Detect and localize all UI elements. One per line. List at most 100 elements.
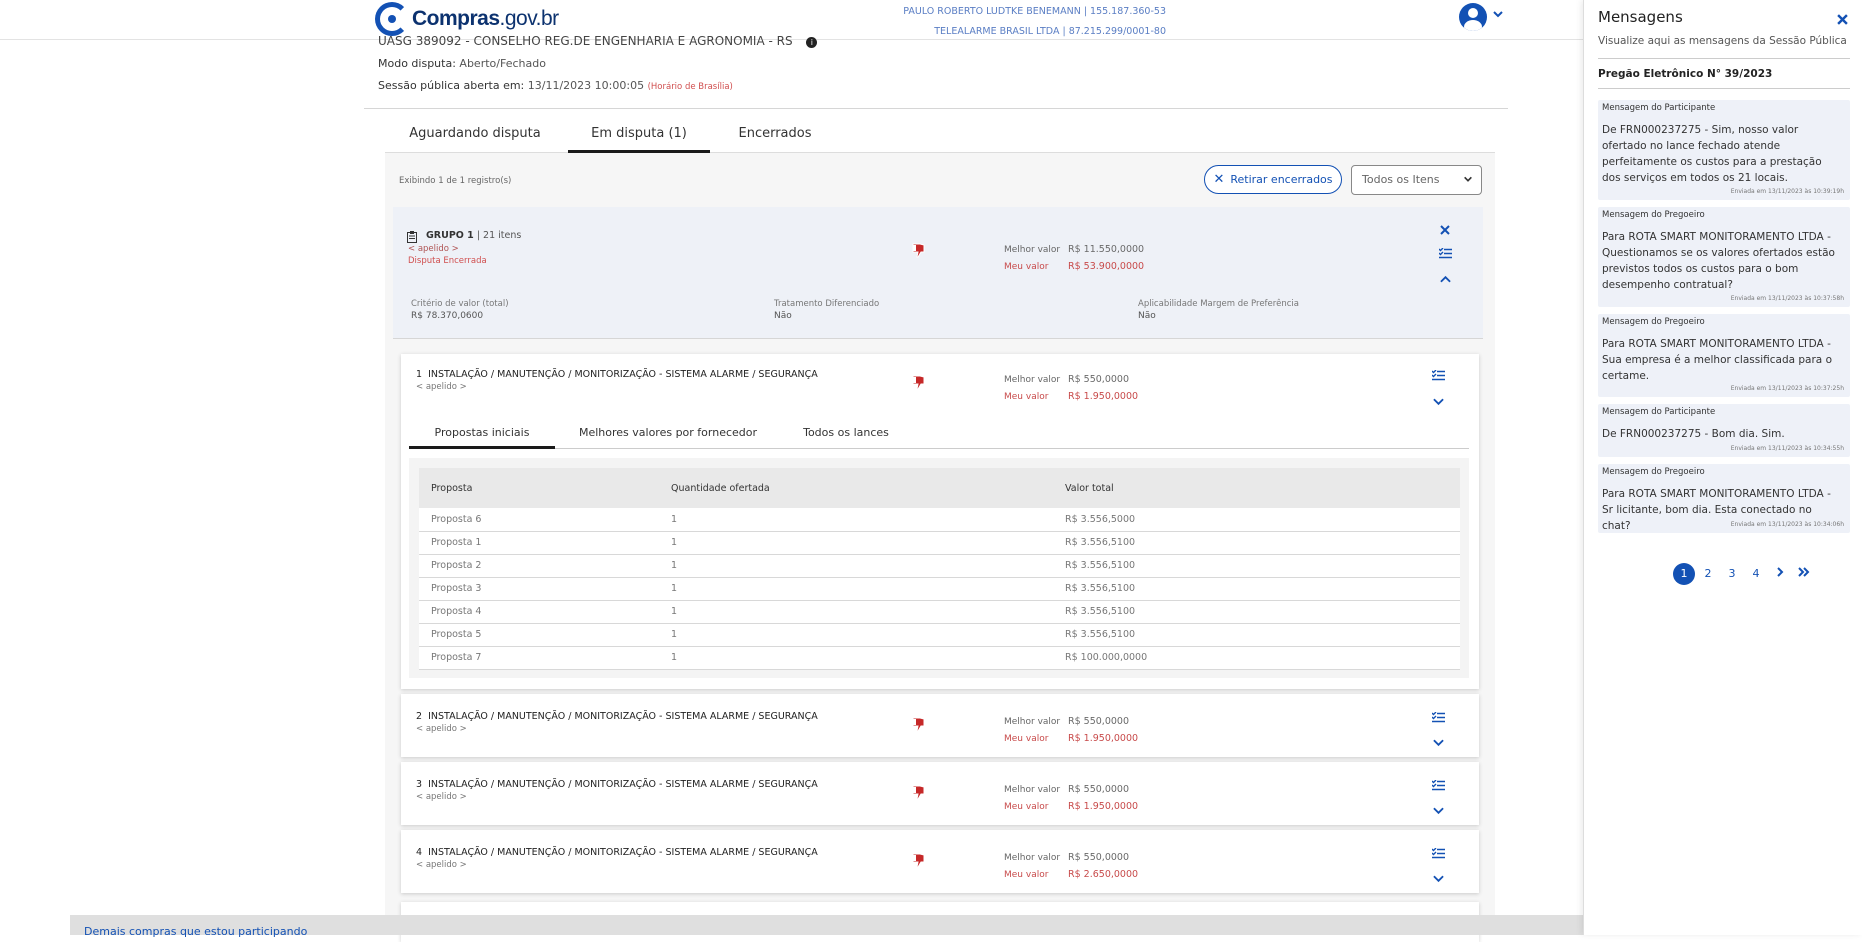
cell-proposta: Proposta 3 xyxy=(419,577,659,601)
message-time: Enviada em 13/11/2023 às 10:34:06h xyxy=(1730,521,1844,528)
meu-value: R$ 1.950,0000 xyxy=(1068,391,1139,402)
filter-select[interactable]: Todos os Itens xyxy=(1351,165,1482,195)
item-title: 1 INSTALAÇÃO / MANUTENÇÃO / MONITORIZAÇÃ… xyxy=(416,369,818,380)
item-values: Melhor valor R$ 550,0000 Meu valor R$ 2.65… xyxy=(1004,848,1138,882)
group-count: | 21 itens xyxy=(476,230,522,241)
cell-quantidade: 1 xyxy=(659,600,1053,624)
close-icon[interactable] xyxy=(1440,220,1450,239)
page-button-4[interactable]: 4 xyxy=(1745,563,1767,585)
message-sender: Mensagem do Pregoeiro xyxy=(1602,467,1705,477)
sessao-value: 13/11/2023 10:00:05 xyxy=(527,79,645,92)
meu-value: R$ 2.650,0000 xyxy=(1068,869,1139,880)
chevron-down-icon[interactable] xyxy=(1433,732,1444,751)
cell-valor: R$ 3.556,5100 xyxy=(1053,554,1460,578)
meu-label: Meu valor xyxy=(1004,392,1049,402)
checklist-icon[interactable] xyxy=(1431,366,1445,385)
item-card: 2 INSTALAÇÃO / MANUTENÇÃO / MONITORIZAÇÃ… xyxy=(401,694,1479,757)
message-text: Para ROTA SMART MONITORAMENTO LTDA - Sua… xyxy=(1602,338,1832,382)
checklist-icon[interactable] xyxy=(1431,776,1445,795)
item-values: Melhor valor R$ 550,0000 Meu valor R$ 1.95… xyxy=(1004,780,1138,814)
modo-value: Aberto/Fechado xyxy=(459,57,546,70)
group-values: Melhor valor R$ 11.550,0000 Meu valor R$ 5… xyxy=(1004,240,1144,274)
retirar-encerrados-button[interactable]: ✕ Retirar encerrados xyxy=(1204,165,1342,194)
meu-label: Meu valor xyxy=(1004,870,1049,880)
cell-proposta: Proposta 7 xyxy=(419,646,659,670)
cell-valor: R$ 3.556,5100 xyxy=(1053,531,1460,555)
item-apelido[interactable]: < apelido > xyxy=(416,792,467,802)
thumbs-down-icon xyxy=(911,852,927,868)
chevron-down-icon[interactable] xyxy=(1433,391,1444,410)
message-item: Mensagem do Participante De FRN000237275… xyxy=(1598,404,1850,457)
melhor-value: R$ 550,0000 xyxy=(1068,716,1129,727)
filter-value: Todos os Itens xyxy=(1362,173,1440,186)
pregao-title: Pregão Eletrônico N° 39/2023 xyxy=(1598,68,1773,80)
page-button-1[interactable]: 1 xyxy=(1673,563,1695,585)
item-apelido[interactable]: < apelido > xyxy=(416,860,467,870)
page-button-2[interactable]: 2 xyxy=(1697,563,1719,585)
avatar-icon[interactable] xyxy=(1459,3,1487,31)
sessao-note: (Horário de Brasília) xyxy=(647,82,733,92)
next-page-icon[interactable] xyxy=(1769,563,1791,585)
col-proposta: Proposta xyxy=(419,468,659,508)
compras-logo[interactable]: Compras.gov.br xyxy=(375,2,559,36)
tab-propostas-iniciais[interactable]: Propostas iniciais xyxy=(409,419,555,449)
close-icon[interactable] xyxy=(1837,10,1848,29)
item-apelido[interactable]: < apelido > xyxy=(416,724,467,734)
cell-proposta: Proposta 1 xyxy=(419,531,659,555)
divider xyxy=(364,108,1508,109)
item-number: 4 xyxy=(416,847,423,858)
tab-todos-lances[interactable]: Todos os lances xyxy=(781,419,911,449)
item-number: 3 xyxy=(416,779,423,790)
checklist-icon[interactable] xyxy=(1438,244,1452,263)
checklist-icon[interactable] xyxy=(1431,844,1445,863)
uasg-text: UASG 389092 - CONSELHO REG.DE ENGENHARIA… xyxy=(378,34,793,48)
logo-icon xyxy=(375,2,409,36)
cell-quantidade: 1 xyxy=(659,554,1053,578)
checklist-icon[interactable] xyxy=(1431,708,1445,727)
group-apelido[interactable]: < apelido > xyxy=(408,244,459,254)
tab-em-disputa[interactable]: Em disputa (1) xyxy=(568,120,710,153)
uasg-title: UASG 389092 - CONSELHO REG.DE ENGENHARIA… xyxy=(378,34,818,48)
message-sender: Mensagem do Pregoeiro xyxy=(1602,210,1705,220)
cell-proposta: Proposta 5 xyxy=(419,623,659,647)
group-card xyxy=(393,207,1483,339)
logo-text-domain: .gov.br xyxy=(499,7,560,30)
info-icon[interactable]: i xyxy=(806,37,818,48)
retirar-label: Retirar encerrados xyxy=(1230,173,1333,186)
cell-valor: R$ 100.000,0000 xyxy=(1053,646,1460,670)
item-title-text: INSTALAÇÃO / MANUTENÇÃO / MONITORIZAÇÃO … xyxy=(428,369,818,380)
chevron-down-icon[interactable] xyxy=(1433,868,1444,887)
disputa-tabs: Aguardando disputa Em disputa (1) Encerr… xyxy=(385,120,1495,153)
cell-quantidade: 1 xyxy=(659,508,1053,532)
tratamento: Tratamento Diferenciado Não xyxy=(774,298,879,322)
chevron-up-icon[interactable] xyxy=(1440,268,1451,287)
records-count: Exibindo 1 de 1 registro(s) xyxy=(399,176,512,186)
message-text: De FRN000237275 - Bom dia. Sim. xyxy=(1602,428,1785,440)
footer-bar: Demais compras que estou participando xyxy=(70,915,1583,938)
page-button-3[interactable]: 3 xyxy=(1721,563,1743,585)
modo-disputa: Modo disputa: Aberto/Fechado xyxy=(378,57,546,70)
table-header-row: Proposta Quantidade ofertada Valor total xyxy=(419,468,1460,508)
user-info: PAULO ROBERTO LUDTKE BENEMANN | 155.187.… xyxy=(903,2,1166,42)
item-apelido[interactable]: < apelido > xyxy=(416,382,467,392)
message-item: Mensagem do Participante De FRN000237275… xyxy=(1598,100,1850,200)
melhor-label: Melhor valor xyxy=(1004,785,1061,795)
last-page-icon[interactable] xyxy=(1793,563,1815,585)
tratamento-value: Não xyxy=(774,311,792,321)
sidebar-subtitle: Visualize aqui as mensagens da Sessão Pú… xyxy=(1598,35,1847,47)
user-name-cpf: PAULO ROBERTO LUDTKE BENEMANN | 155.187.… xyxy=(903,6,1166,17)
cell-proposta: Proposta 4 xyxy=(419,600,659,624)
meu-value: R$ 1.950,0000 xyxy=(1068,801,1139,812)
tab-aguardando[interactable]: Aguardando disputa xyxy=(385,120,565,153)
item-title-text: INSTALAÇÃO / MANUTENÇÃO / MONITORIZAÇÃO … xyxy=(428,847,818,858)
footer-link[interactable]: Demais compras que estou participando xyxy=(84,925,307,938)
chevron-down-icon[interactable] xyxy=(1433,800,1444,819)
tab-melhores-valores[interactable]: Melhores valores por fornecedor xyxy=(555,419,781,449)
melhor-value: R$ 550,0000 xyxy=(1068,374,1129,385)
chevron-down-icon[interactable] xyxy=(1492,8,1504,23)
chevron-down-icon xyxy=(1463,167,1473,195)
tab-encerrados[interactable]: Encerrados xyxy=(710,120,840,153)
thumbs-down-icon xyxy=(911,716,927,732)
cell-valor: R$ 3.556,5100 xyxy=(1053,623,1460,647)
item-title: 4 INSTALAÇÃO / MANUTENÇÃO / MONITORIZAÇÃ… xyxy=(416,847,818,858)
